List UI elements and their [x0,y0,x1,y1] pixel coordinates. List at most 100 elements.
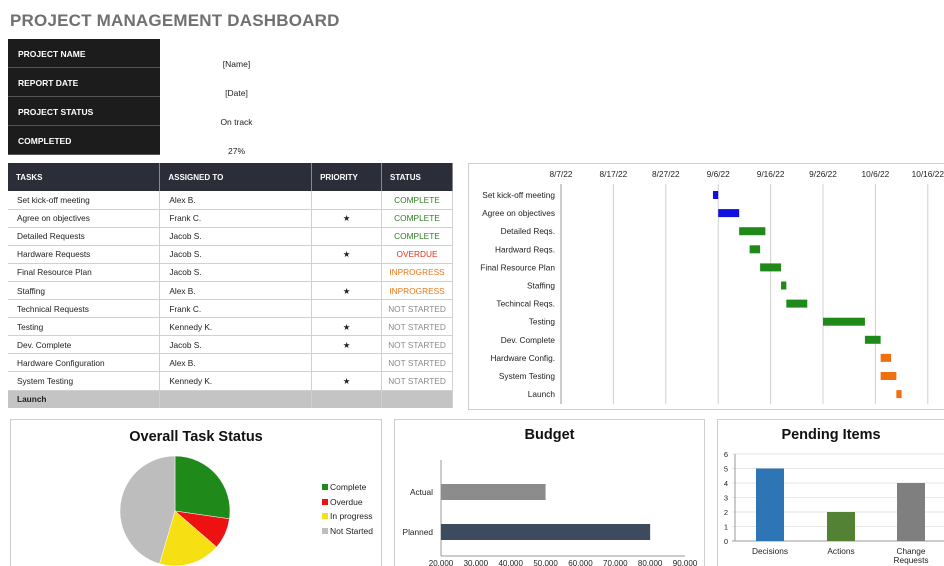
pending-bar[interactable] [756,468,784,542]
info-value[interactable]: [Date] [160,68,313,98]
priority-cell[interactable]: ★ [311,209,383,228]
assigned-cell[interactable]: Frank C. [159,299,313,319]
info-value[interactable]: [Name] [160,39,313,69]
status-cell[interactable]: NOT STARTED [381,317,453,337]
legend-swatch [322,513,328,520]
status-cell[interactable] [381,390,453,409]
status-cell[interactable]: NOT STARTED [381,353,453,373]
gantt-bar[interactable] [864,335,881,344]
gantt-bar[interactable] [712,191,719,199]
legend-item: Not Started [322,524,373,539]
status-cell[interactable]: COMPLETE [381,227,453,246]
status-cell[interactable]: COMPLETE [381,191,453,210]
column-header-tasks[interactable]: TASKS [8,163,161,191]
task-cell[interactable]: Final Resource Plan [8,263,161,282]
info-value[interactable]: On track [160,97,313,127]
task-cell[interactable]: Launch [8,390,161,409]
task-cell[interactable]: Agree on objectives [8,209,161,228]
table-row[interactable]: Launch [8,390,453,409]
gantt-bar[interactable] [880,372,897,380]
task-cell[interactable]: Set kick-off meeting [8,191,161,210]
gantt-bar[interactable] [786,299,808,308]
gantt-bar[interactable] [880,353,892,362]
table-row[interactable]: Hardware Requests Jacob S. ★ OVERDUE [8,245,453,264]
task-cell[interactable]: Staffing [8,281,161,301]
assigned-cell[interactable]: Alex B. [159,353,313,373]
priority-cell[interactable] [311,390,383,409]
pending-category-label: Actions [827,546,854,556]
column-header-assigned[interactable]: ASSIGNED TO [159,163,313,191]
task-cell[interactable]: Testing [8,317,161,337]
pending-y-tick: 3 [724,494,728,503]
task-cell[interactable]: System Testing [8,371,161,391]
info-label: COMPLETED [8,126,160,155]
table-row[interactable]: Detailed Requests Jacob S. COMPLETE [8,227,453,246]
status-cell[interactable]: NOT STARTED [381,371,453,391]
table-row[interactable]: Agree on objectives Frank C. ★ COMPLETE [8,209,453,228]
table-row[interactable]: Final Resource Plan Jacob S. INPROGRESS [8,263,453,282]
table-row[interactable]: Staffing Alex B. ★ INPROGRESS [8,281,453,301]
pending-bar[interactable] [827,512,855,541]
assigned-cell[interactable]: Jacob S. [159,263,313,282]
assigned-cell[interactable]: Alex B. [159,281,313,301]
priority-cell[interactable] [311,263,383,282]
priority-cell[interactable]: ★ [311,317,383,337]
gantt-bar[interactable] [749,245,761,254]
assigned-cell[interactable]: Jacob S. [159,335,313,355]
info-label: PROJECT NAME [8,39,160,68]
task-cell[interactable]: Technical Requests [8,299,161,319]
page-title: PROJECT MANAGEMENT DASHBOARD [10,11,340,30]
table-row[interactable]: System Testing Kennedy K. ★ NOT STARTED [8,371,453,391]
legend-label: Overdue [330,496,363,507]
status-cell[interactable]: OVERDUE [381,245,453,264]
status-cell[interactable]: NOT STARTED [381,335,453,355]
assigned-cell[interactable]: Jacob S. [159,245,313,264]
table-row[interactable]: Dev. Complete Jacob S. ★ NOT STARTED [8,335,453,355]
gantt-bar[interactable] [781,281,787,290]
status-cell[interactable]: INPROGRESS [381,281,453,301]
priority-cell[interactable] [311,191,383,210]
pending-y-tick: 6 [724,450,728,459]
budget-x-tick: 70,000 [603,559,628,566]
pie-slice[interactable] [174,455,231,520]
status-cell[interactable]: INPROGRESS [381,263,453,282]
column-header-priority[interactable]: PRIORITY [311,163,383,191]
pending-y-tick: 0 [724,537,728,546]
gantt-bar[interactable] [823,317,865,326]
status-cell[interactable]: NOT STARTED [381,299,453,319]
gantt-bar[interactable] [760,263,782,272]
priority-cell[interactable] [311,299,383,319]
status-cell[interactable]: COMPLETE [381,209,453,228]
priority-cell[interactable]: ★ [311,245,383,264]
column-header-status[interactable]: STATUS [381,163,453,191]
gantt-bar[interactable] [718,209,740,218]
priority-cell[interactable]: ★ [311,281,383,301]
table-row[interactable]: Technical Requests Frank C. NOT STARTED [8,299,453,319]
gantt-bar[interactable] [896,390,902,399]
task-cell[interactable]: Dev. Complete [8,335,161,355]
task-cell[interactable]: Detailed Requests [8,227,161,246]
assigned-cell[interactable] [159,390,313,409]
priority-cell[interactable]: ★ [311,335,383,355]
assigned-cell[interactable]: Kennedy K. [159,371,313,391]
priority-cell[interactable]: ★ [311,371,383,391]
pending-items-bar-chart: 0 1 2 3 4 5 6 Decisions Actions Change Requests [724,450,944,565]
task-cell[interactable]: Hardware Requests [8,245,161,264]
assigned-cell[interactable]: Frank C. [159,209,313,228]
assigned-cell[interactable]: Jacob S. [159,227,313,246]
table-row[interactable]: Testing Kennedy K. ★ NOT STARTED [8,317,453,337]
gantt-bar[interactable] [739,227,766,236]
priority-cell[interactable] [311,227,383,246]
assigned-cell[interactable]: Alex B. [159,191,313,210]
pending-bar[interactable] [897,483,925,541]
info-value[interactable]: 27% [160,126,313,156]
budget-x-tick: 60,000 [568,559,593,566]
budget-bar[interactable] [441,524,651,540]
priority-cell[interactable] [311,353,383,373]
budget-bar[interactable] [441,484,546,500]
assigned-cell[interactable]: Kennedy K. [159,317,313,337]
info-row-project-name: PROJECT NAME [Name] [8,39,313,69]
table-row[interactable]: Set kick-off meeting Alex B. COMPLETE [8,191,453,210]
table-row[interactable]: Hardware Configuration Alex B. NOT STARTED [8,353,453,373]
task-cell[interactable]: Hardware Configuration [8,353,161,373]
